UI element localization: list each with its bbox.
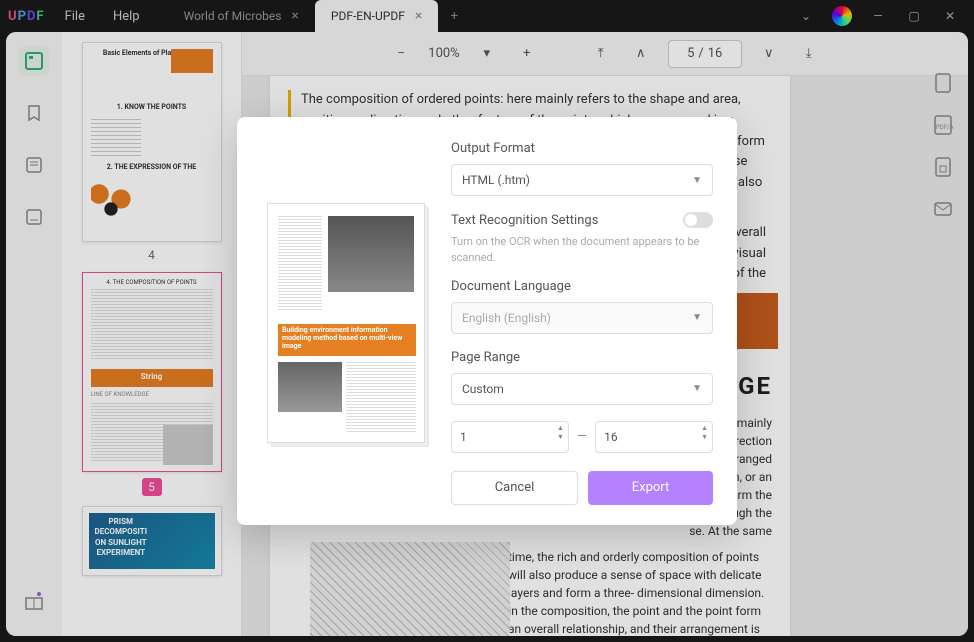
step-down-icon[interactable]: ▼ bbox=[557, 433, 564, 442]
step-up-icon[interactable]: ▲ bbox=[701, 424, 708, 433]
chevron-down-icon: ▼ bbox=[692, 175, 702, 186]
output-format-label: Output Format bbox=[451, 141, 713, 156]
chevron-down-icon: ▼ bbox=[692, 312, 702, 323]
range-separator: — bbox=[577, 429, 587, 444]
cancel-button[interactable]: Cancel bbox=[451, 471, 578, 505]
step-up-icon[interactable]: ▲ bbox=[557, 424, 564, 433]
language-select[interactable]: English (English) ▼ bbox=[451, 302, 713, 334]
ocr-hint: Turn on the OCR when the document appear… bbox=[451, 234, 713, 265]
language-label: Document Language bbox=[451, 279, 713, 294]
export-form: Output Format HTML (.htm) ▼ Text Recogni… bbox=[451, 141, 713, 505]
range-to-input[interactable]: 16 ▲▼ bbox=[595, 421, 713, 453]
export-preview: Building environment information modelin… bbox=[261, 141, 431, 505]
chevron-down-icon: ▼ bbox=[692, 383, 702, 394]
page-range-select[interactable]: Custom ▼ bbox=[451, 373, 713, 405]
output-format-select[interactable]: HTML (.htm) ▼ bbox=[451, 164, 713, 196]
range-from-input[interactable]: 1 ▲▼ bbox=[451, 421, 569, 453]
ocr-toggle[interactable] bbox=[683, 212, 713, 228]
ocr-label: Text Recognition Settings bbox=[451, 213, 598, 228]
preview-strip: Building environment information modelin… bbox=[278, 324, 416, 356]
modal-overlay: Building environment information modelin… bbox=[0, 0, 974, 642]
step-down-icon[interactable]: ▼ bbox=[701, 433, 708, 442]
export-button[interactable]: Export bbox=[588, 471, 713, 505]
export-dialog: Building environment information modelin… bbox=[237, 117, 737, 525]
page-range-label: Page Range bbox=[451, 350, 713, 365]
